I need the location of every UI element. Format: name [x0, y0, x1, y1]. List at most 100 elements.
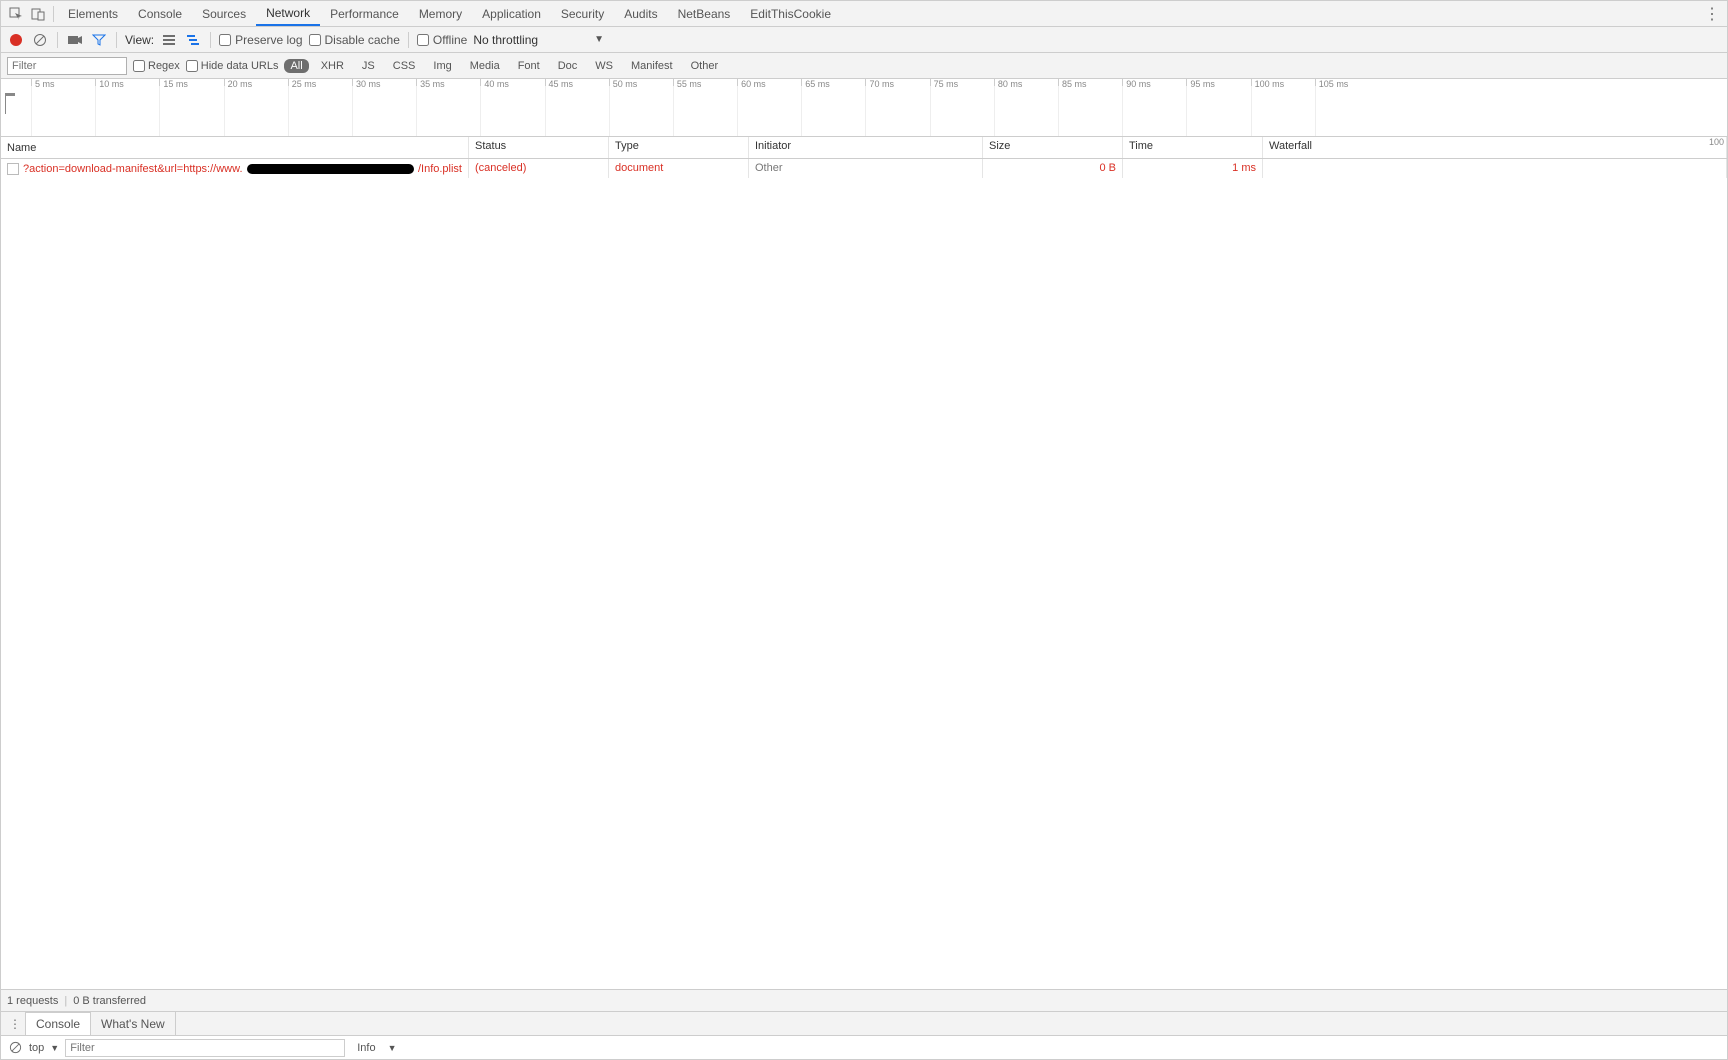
timeline-tick: 95 ms [1186, 79, 1215, 86]
timeline-tick: 15 ms [159, 79, 188, 86]
col-waterfall[interactable]: Waterfall 100 [1263, 137, 1727, 158]
filter-bar: Regex Hide data URLs All XHR JS CSS Img … [1, 53, 1727, 79]
table-row[interactable]: ?action=download-manifest&url=https://ww… [1, 159, 1727, 178]
timeline-tick: 75 ms [930, 79, 959, 86]
status-bar: 1 requests | 0 B transferred [1, 989, 1727, 1011]
tab-security[interactable]: Security [551, 1, 614, 26]
throttling-caret-icon[interactable]: ▼ [594, 34, 604, 45]
timeline-tick: 90 ms [1122, 79, 1151, 86]
record-button[interactable] [7, 31, 25, 49]
view-large-icon[interactable] [160, 31, 178, 49]
file-icon [7, 163, 19, 175]
inspect-icon[interactable] [5, 3, 27, 25]
type-all[interactable]: All [284, 59, 308, 73]
timeline-tick: 100 ms [1251, 79, 1285, 86]
timeline-tick: 20 ms [224, 79, 253, 86]
timeline-marker[interactable] [5, 93, 15, 114]
timeline-tick: 45 ms [545, 79, 574, 86]
row-status: (canceled) [469, 159, 609, 178]
type-doc[interactable]: Doc [552, 59, 584, 73]
console-context-select[interactable]: top [29, 1042, 44, 1054]
row-initiator: Other [749, 159, 983, 178]
timeline-tick: 60 ms [737, 79, 766, 86]
console-clear-icon[interactable] [7, 1040, 23, 1056]
timeline-tick: 25 ms [288, 79, 317, 86]
hide-data-urls-checkbox[interactable]: Hide data URLs [186, 60, 279, 72]
panel-tabs: Elements Console Sources Network Perform… [58, 1, 841, 26]
throttling-select[interactable]: No throttling [473, 33, 538, 47]
row-size: 0 B [983, 159, 1123, 178]
drawer-tabbar: ⋮ Console What's New [1, 1011, 1727, 1035]
col-time[interactable]: Time [1123, 137, 1263, 158]
device-toggle-icon[interactable] [27, 3, 49, 25]
table-header: Name Status Type Initiator Size Time Wat… [1, 137, 1727, 159]
timeline-tick: 10 ms [95, 79, 124, 86]
request-table: Name Status Type Initiator Size Time Wat… [1, 137, 1727, 989]
timeline-tick: 5 ms [31, 79, 55, 86]
timeline-tick: 65 ms [801, 79, 830, 86]
transferred-size: 0 B transferred [73, 995, 146, 1007]
type-img[interactable]: Img [427, 59, 457, 73]
offline-checkbox[interactable]: Offline [417, 33, 467, 47]
tab-sources[interactable]: Sources [192, 1, 256, 26]
timeline-overview[interactable]: 5 ms10 ms15 ms20 ms25 ms30 ms35 ms40 ms4… [1, 79, 1727, 137]
tab-netbeans[interactable]: NetBeans [668, 1, 741, 26]
divider [53, 6, 54, 22]
regex-checkbox[interactable]: Regex [133, 60, 180, 72]
requests-count: 1 requests [7, 995, 58, 1007]
console-filter-input[interactable] [65, 1039, 345, 1057]
type-ws[interactable]: WS [589, 59, 619, 73]
tab-application[interactable]: Application [472, 1, 551, 26]
tab-elements[interactable]: Elements [58, 1, 128, 26]
timeline-tick: 80 ms [994, 79, 1023, 86]
timeline-tick: 55 ms [673, 79, 702, 86]
clear-icon[interactable] [31, 31, 49, 49]
tab-memory[interactable]: Memory [409, 1, 472, 26]
timeline-tick: 50 ms [609, 79, 638, 86]
network-toolbar: View: Preserve log Disable cache Offline… [1, 27, 1727, 53]
col-type[interactable]: Type [609, 137, 749, 158]
row-type: document [609, 159, 749, 178]
disable-cache-checkbox[interactable]: Disable cache [309, 33, 400, 47]
row-name-prefix: ?action=download-manifest&url=https://ww… [23, 163, 243, 175]
col-name[interactable]: Name [1, 137, 469, 158]
level-caret-icon[interactable]: ▼ [388, 1043, 397, 1053]
tab-audits[interactable]: Audits [614, 1, 667, 26]
timeline-tick: 35 ms [416, 79, 445, 86]
camera-icon[interactable] [66, 31, 84, 49]
type-xhr[interactable]: XHR [315, 59, 350, 73]
filter-toggle-icon[interactable] [90, 31, 108, 49]
col-size[interactable]: Size [983, 137, 1123, 158]
view-waterfall-icon[interactable] [184, 31, 202, 49]
type-font[interactable]: Font [512, 59, 546, 73]
type-manifest[interactable]: Manifest [625, 59, 679, 73]
col-initiator[interactable]: Initiator [749, 137, 983, 158]
tab-performance[interactable]: Performance [320, 1, 409, 26]
console-toolbar: top ▼ Info ▼ [1, 1035, 1727, 1059]
col-status[interactable]: Status [469, 137, 609, 158]
console-level-select[interactable]: Info [351, 1042, 381, 1054]
table-body: ?action=download-manifest&url=https://ww… [1, 159, 1727, 989]
context-caret-icon[interactable]: ▼ [50, 1043, 59, 1053]
tab-console[interactable]: Console [128, 1, 192, 26]
type-media[interactable]: Media [464, 59, 506, 73]
type-js[interactable]: JS [356, 59, 381, 73]
redacted-url [247, 164, 414, 174]
devtools-tabbar: Elements Console Sources Network Perform… [1, 1, 1727, 27]
timeline-tick: 70 ms [865, 79, 894, 86]
type-other[interactable]: Other [685, 59, 725, 73]
drawer-more-icon[interactable]: ⋮ [5, 1017, 25, 1031]
drawer-tab-whatsnew[interactable]: What's New [91, 1012, 176, 1035]
more-icon[interactable]: ⋮ [1701, 3, 1723, 25]
filter-input[interactable] [7, 57, 127, 75]
type-css[interactable]: CSS [387, 59, 422, 73]
row-time: 1 ms [1123, 159, 1263, 178]
row-waterfall [1263, 159, 1727, 178]
timeline-tick: 105 ms [1315, 79, 1349, 86]
tab-network[interactable]: Network [256, 1, 320, 26]
tab-editthiscookie[interactable]: EditThisCookie [740, 1, 841, 26]
view-label: View: [125, 33, 154, 47]
row-name-suffix: /Info.plist [418, 163, 462, 175]
drawer-tab-console[interactable]: Console [25, 1012, 91, 1035]
preserve-log-checkbox[interactable]: Preserve log [219, 33, 302, 47]
